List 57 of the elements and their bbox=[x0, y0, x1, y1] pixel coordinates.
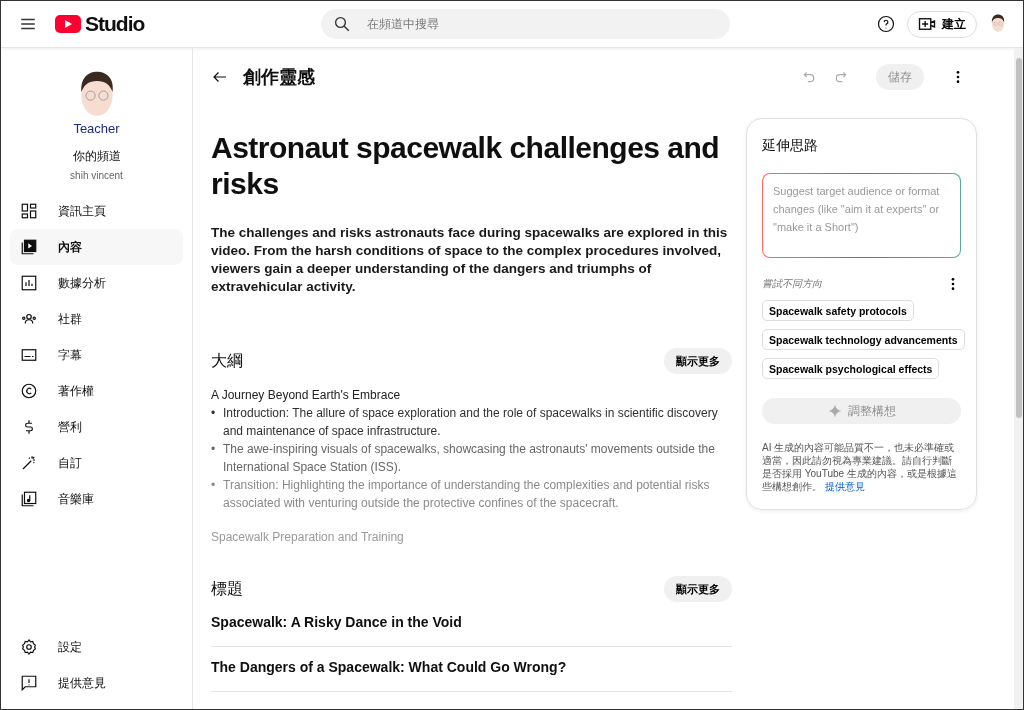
music-library-icon bbox=[20, 490, 38, 509]
settings-icon bbox=[20, 638, 38, 656]
channel-name: shih vincent bbox=[70, 170, 123, 182]
sidebar-item[interactable]: 自訂 bbox=[10, 445, 183, 482]
bar-chart-icon bbox=[20, 274, 38, 293]
play-logo-icon bbox=[55, 15, 81, 33]
search-icon bbox=[333, 15, 352, 33]
search-bar[interactable]: 在頻道中搜尋 bbox=[321, 9, 731, 39]
suggestion-chip[interactable]: Spacewalk technology advancements bbox=[762, 329, 965, 350]
copyright-icon bbox=[20, 382, 38, 401]
sidebar-item[interactable]: 內容 bbox=[10, 229, 183, 266]
bullet-marker: • bbox=[211, 477, 217, 494]
idea-title: Astronaut spacewalk challenges and risks bbox=[211, 130, 721, 202]
section-heading: 大綱 bbox=[211, 350, 243, 371]
directions-label: 嘗試不同方向 bbox=[762, 277, 822, 291]
feedback-link[interactable]: 提供意見 bbox=[824, 481, 865, 492]
page-title: 創作靈感 bbox=[243, 66, 315, 89]
bullet-marker: • bbox=[211, 405, 217, 422]
show-more-button[interactable]: 顯示更多 bbox=[664, 576, 732, 602]
title-suggestion: Spacewalk: A Risky Dance in the Void bbox=[211, 602, 732, 647]
outline-heading: A Journey Beyond Earth's Embrace bbox=[211, 387, 402, 404]
disclaimer-text: AI 生成的內容可能品質不一，也未必準確或適當，因此請勿視為專業建議。請自行判斷是否採用 YouTube 生成的內容，或是根據這些構想創作。 提供意見 bbox=[762, 441, 958, 493]
sidebar-item[interactable]: 營利 bbox=[10, 409, 183, 446]
sidebar-item[interactable]: 設定 bbox=[10, 629, 183, 665]
sidebar-item[interactable]: 字幕 bbox=[10, 337, 183, 374]
add-video-icon bbox=[918, 16, 936, 32]
show-more-button[interactable]: 顯示更多 bbox=[664, 348, 732, 374]
feedback-icon bbox=[20, 674, 38, 692]
title-suggestion: The Dangers of a Spacewalk: What Could Go Wrong? bbox=[211, 647, 732, 692]
prompt-field[interactable]: Suggest target audience or format changes (like "aim it at experts" or "make it a Short") bbox=[762, 173, 961, 258]
panel-title: 延伸思路 bbox=[762, 137, 819, 155]
outline-item: Introduction: The allure of space exploration and the role of spacewalks in scientific discovery and maintenance of space infrastructure. bbox=[223, 405, 719, 440]
studio-logo-text: Studio bbox=[85, 12, 145, 36]
sidebar-item[interactable]: 著作權 bbox=[10, 373, 183, 410]
idea-description: The challenges and risks astronauts face during spacewalks are explored in this video. From the harsh conditions of space to the complex procedures involved, viewers gain a deeper understanding of the dangers and triumphs of extravehicular activity. bbox=[211, 224, 729, 296]
sidebar-item[interactable]: 資訊主頁 bbox=[10, 193, 183, 230]
sidebar-item[interactable]: 社群 bbox=[10, 301, 183, 338]
sparkle-icon bbox=[827, 404, 842, 418]
avatar-caption: Teacher bbox=[73, 121, 120, 137]
help-icon[interactable] bbox=[877, 15, 895, 33]
sidebar-item[interactable]: 數據分析 bbox=[10, 265, 183, 302]
create-button[interactable]: 建立 bbox=[907, 10, 977, 38]
channel-label: 你的頻道 bbox=[72, 148, 121, 166]
suggestion-chip[interactable]: Spacewalk safety protocols bbox=[762, 300, 914, 321]
avatar-icon bbox=[989, 13, 1007, 35]
suggestion-chip[interactable]: Spacewalk psychological effects bbox=[762, 358, 940, 379]
sidebar-item[interactable]: 提供意見 bbox=[10, 665, 183, 701]
dashboard-icon bbox=[20, 202, 38, 221]
search-field[interactable]: 在頻道中搜尋 bbox=[365, 16, 719, 32]
bullet-marker: • bbox=[211, 441, 217, 458]
account-avatar[interactable] bbox=[989, 13, 1007, 35]
outline-item: Transition: Highlighting the importance of understanding the complexities and potential risks associated with venturing outside the protective confines of the spacecraft. bbox=[223, 477, 711, 512]
outline-item: The awe-inspiring visuals of spacewalks, showcasing the astronauts' movements outside the International Space Station (ISS). bbox=[223, 441, 716, 476]
sidebar-item[interactable]: 音樂庫 bbox=[10, 481, 183, 518]
section-heading: 標題 bbox=[211, 578, 243, 599]
video-library-icon bbox=[20, 238, 38, 257]
outline-heading: Spacewalk Preparation and Training bbox=[211, 529, 405, 546]
